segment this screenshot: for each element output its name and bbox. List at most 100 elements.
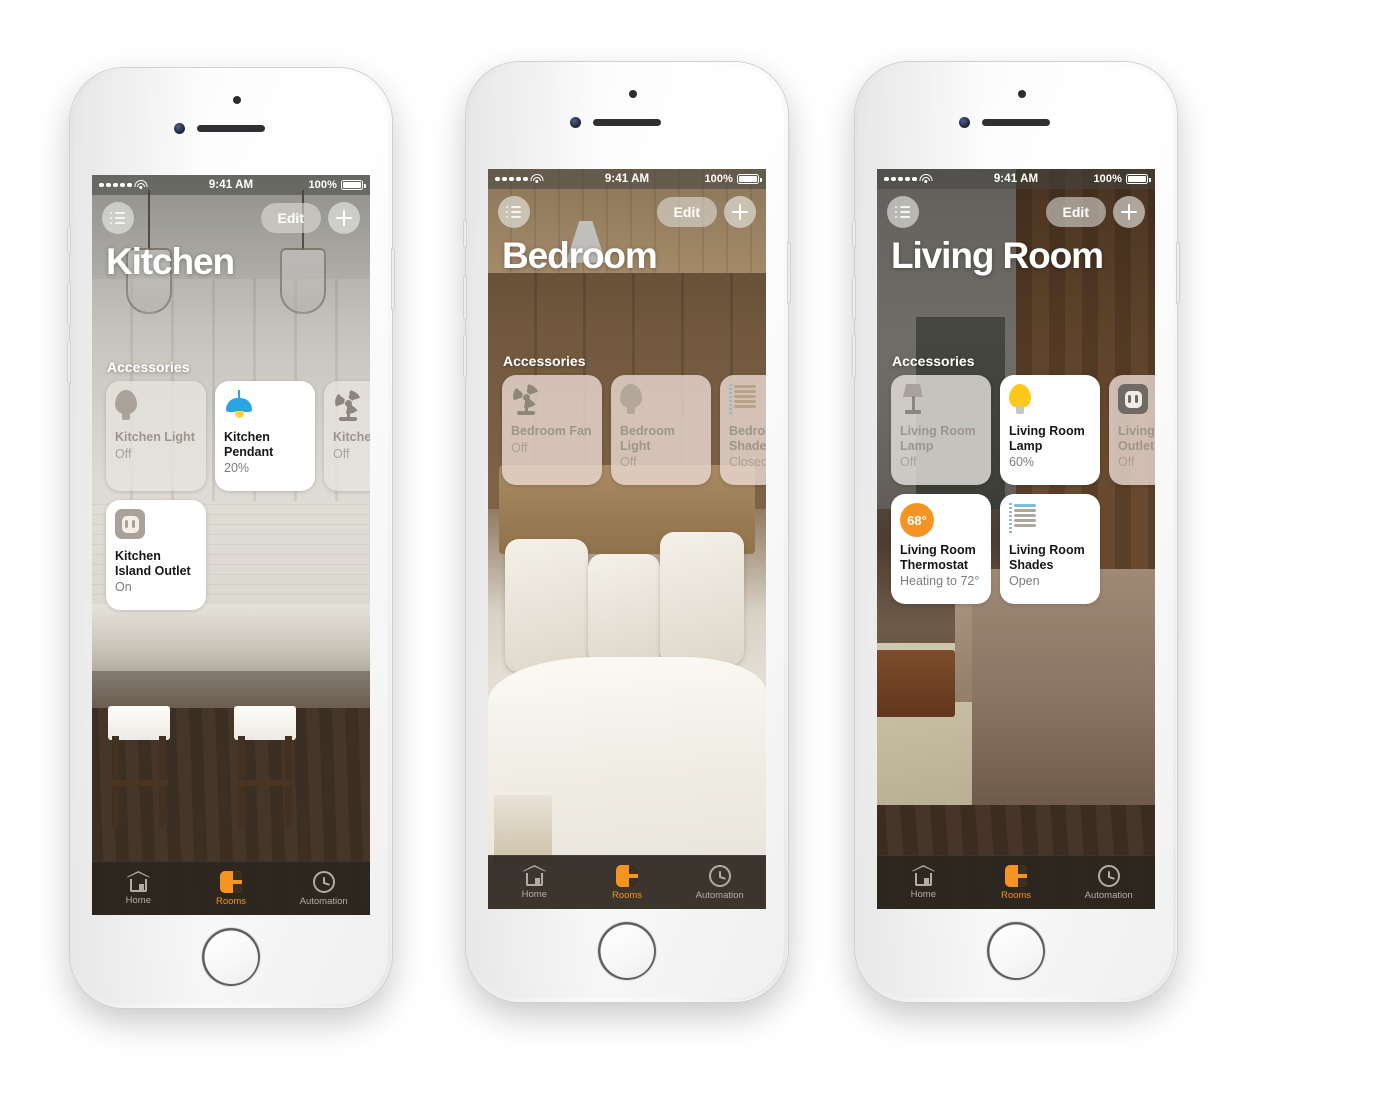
accessory-name: Bedroom Fan xyxy=(511,424,592,438)
accessory-tile[interactable]: Living Room Lamp 60% xyxy=(1000,375,1100,485)
accessory-tile[interactable]: 68° Living Room Thermostat Heating to 72… xyxy=(891,494,991,604)
tab-home[interactable]: Home xyxy=(488,865,581,900)
tab-rooms[interactable]: Rooms xyxy=(185,870,278,907)
tab-automation[interactable]: Automation xyxy=(1062,864,1155,901)
tab-automation[interactable]: Automation xyxy=(277,870,370,907)
accessory-tile[interactable]: Bedroom Fan Off xyxy=(502,375,602,485)
edit-button[interactable]: Edit xyxy=(1045,197,1106,227)
mute-switch[interactable] xyxy=(463,220,467,248)
front-camera xyxy=(959,117,970,128)
earpiece-speaker xyxy=(982,119,1050,126)
floor-lamp-icon xyxy=(900,384,926,416)
volume-down-button[interactable] xyxy=(67,340,71,384)
page-title: Living Room xyxy=(891,235,1104,276)
accessory-state: 20% xyxy=(224,461,250,475)
tab-home[interactable]: Home xyxy=(92,871,185,906)
volume-down-button[interactable] xyxy=(463,334,467,378)
home-button[interactable] xyxy=(202,928,260,986)
accessory-tile[interactable]: Kitchen Fan Off xyxy=(324,381,370,491)
accessory-state: Closed xyxy=(729,455,766,469)
status-time: 9:41 AM xyxy=(993,173,1039,185)
wifi-icon xyxy=(134,180,148,190)
volume-down-button[interactable] xyxy=(852,334,856,378)
tab-label: Home xyxy=(521,889,547,900)
battery-percent: 100% xyxy=(308,179,337,191)
mute-switch[interactable] xyxy=(67,226,71,254)
accessory-name: Kitchen Light xyxy=(115,430,195,444)
rooms-list-button[interactable] xyxy=(498,196,530,228)
status-time: 9:41 AM xyxy=(604,173,650,185)
accessory-state: On xyxy=(115,580,132,594)
tab-rooms[interactable]: Rooms xyxy=(581,864,674,901)
shades-icon xyxy=(1009,503,1039,533)
add-accessory-button[interactable] xyxy=(1113,196,1145,228)
rooms-icon xyxy=(616,864,638,887)
phone-device-bedroom: 9:41 AM 100% Edit Bedroom Accessories Be… xyxy=(463,62,791,1002)
bulb-icon xyxy=(115,390,137,422)
add-accessory-button[interactable] xyxy=(724,196,756,228)
screen-kitchen: 9:41 AM 100% Edit Kitchen Accessories Ki… xyxy=(92,175,370,915)
add-accessory-button[interactable] xyxy=(328,202,360,234)
accessories-section-label: Accessories xyxy=(107,359,190,375)
rooms-list-button[interactable] xyxy=(102,202,134,234)
page-title: Bedroom xyxy=(502,235,658,276)
tab-rooms[interactable]: Rooms xyxy=(970,864,1063,901)
tab-label: Automation xyxy=(299,895,348,907)
status-bar: 9:41 AM 100% xyxy=(877,169,1155,189)
wifi-icon xyxy=(530,174,544,184)
plus-icon xyxy=(336,210,352,226)
mute-switch[interactable] xyxy=(852,220,856,248)
navigation-bar: Edit xyxy=(877,193,1155,231)
automation-clock-icon xyxy=(708,864,731,887)
accessory-grid: Living Room Lamp Off Living Room Lamp 60… xyxy=(891,375,1155,604)
accessory-tile[interactable]: Kitchen Pendant 20% xyxy=(215,381,315,491)
edit-button[interactable]: Edit xyxy=(260,203,321,233)
proximity-sensor xyxy=(233,96,241,104)
accessory-state: Off xyxy=(620,455,637,469)
thermostat-icon: 68° xyxy=(900,503,934,537)
accessory-state: Off xyxy=(511,440,528,455)
navigation-bar: Edit xyxy=(488,193,766,231)
outlet-icon xyxy=(1118,384,1148,414)
rooms-list-button[interactable] xyxy=(887,196,919,228)
screenshot-stage: 9:41 AM 100% Edit Kitchen Accessories Ki… xyxy=(0,0,1394,1110)
accessory-name: Living Room Thermostat xyxy=(900,543,976,572)
list-icon xyxy=(110,211,126,225)
pendant-light-icon xyxy=(224,390,254,422)
accessory-tile[interactable]: Bedroom Shades Closed xyxy=(720,375,766,485)
tab-home[interactable]: Home xyxy=(877,865,970,900)
power-button[interactable] xyxy=(391,248,395,310)
accessory-tile[interactable]: Living Room Outlet Off xyxy=(1109,375,1155,485)
accessory-name: Bedroom Light xyxy=(620,424,675,453)
accessory-tile[interactable]: Bedroom Light Off xyxy=(611,375,711,485)
home-button[interactable] xyxy=(598,922,656,980)
accessory-state: Off xyxy=(333,446,350,461)
outlet-icon xyxy=(115,509,145,539)
signal-dots-icon xyxy=(495,176,528,182)
power-button[interactable] xyxy=(1176,242,1180,304)
tab-automation[interactable]: Automation xyxy=(673,864,766,901)
plus-icon xyxy=(1121,204,1137,220)
home-icon xyxy=(126,871,151,892)
tab-label: Automation xyxy=(695,889,744,901)
accessory-name: Living Room Lamp xyxy=(900,424,976,453)
volume-up-button[interactable] xyxy=(67,282,71,326)
power-button[interactable] xyxy=(787,242,791,304)
home-button[interactable] xyxy=(987,922,1045,980)
accessory-tile[interactable]: Living Room Lamp Off xyxy=(891,375,991,485)
volume-up-button[interactable] xyxy=(852,276,856,320)
battery-percent: 100% xyxy=(704,173,733,185)
accessory-tile[interactable]: Kitchen Light Off xyxy=(106,381,206,491)
edit-button[interactable]: Edit xyxy=(656,197,717,227)
battery-percent: 100% xyxy=(1093,173,1122,185)
home-icon xyxy=(522,865,547,886)
list-icon xyxy=(506,205,522,219)
tab-label: Home xyxy=(125,895,151,906)
top-gradient-scrim xyxy=(488,169,766,909)
accessory-state: Open xyxy=(1009,574,1040,588)
accessory-tile[interactable]: Kitchen Island Outlet On xyxy=(106,500,206,610)
volume-up-button[interactable] xyxy=(463,276,467,320)
battery-full-icon xyxy=(341,180,366,190)
rooms-icon xyxy=(220,870,242,893)
accessory-tile[interactable]: Living Room Shades Open xyxy=(1000,494,1100,604)
